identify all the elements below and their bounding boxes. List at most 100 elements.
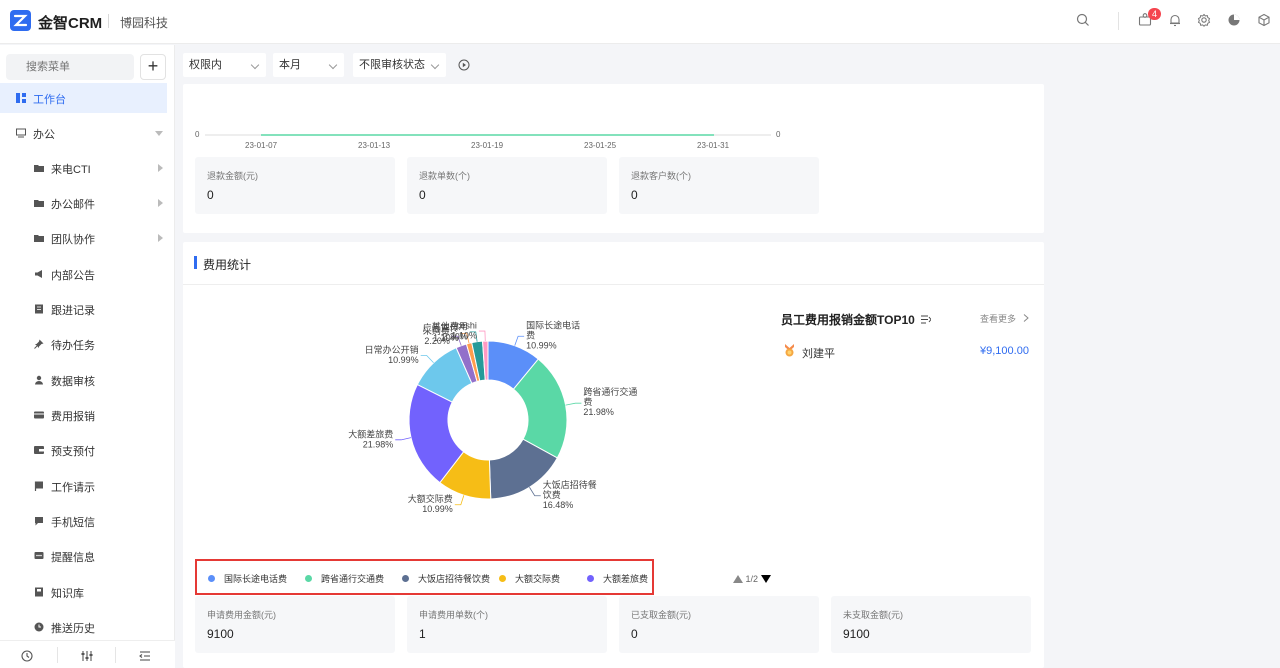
sidebar-item-label: 跟进记录 [51, 305, 95, 317]
sidebar-item-reminder[interactable]: 提醒信息 [0, 541, 167, 571]
sidebar-item-label: 办公 [33, 129, 55, 141]
sidebar-item-todo[interactable]: 待办任务 [0, 329, 167, 359]
legend-pager: 1/2 [733, 573, 771, 585]
card-icon [34, 411, 44, 419]
sidebar-item-announcement[interactable]: 内部公告 [0, 259, 167, 289]
chevron-right-icon [1023, 314, 1029, 322]
stat-label: 已支取金额(元) [631, 610, 691, 620]
bell-icon[interactable] [1167, 12, 1185, 30]
legend-dot [402, 575, 409, 582]
settings-icon[interactable] [1196, 12, 1214, 30]
sidebar-item-label: 办公邮件 [51, 199, 95, 211]
user-icon [35, 375, 43, 385]
sidebar-item-office[interactable]: 办公 [0, 118, 167, 148]
period-select-value: 本月 [279, 59, 301, 71]
sidebar-item-sms[interactable]: 手机短信 [0, 506, 167, 536]
stat-label: 退款客户数(个) [631, 171, 691, 181]
sidebar-item-label: 知识库 [51, 588, 84, 600]
sidebar-item-knowledge[interactable]: 知识库 [0, 577, 167, 607]
stat-value: 0 [631, 188, 638, 202]
sort-icon[interactable] [921, 315, 932, 324]
top10-title-text: 员工费用报销金额TOP10 [781, 313, 915, 327]
sidebar-item-label: 工作台 [33, 94, 66, 106]
sidebar-item-label: 数据审核 [51, 376, 95, 388]
play-icon[interactable] [458, 59, 470, 71]
sidebar-item-push-history[interactable]: 推送历史 [0, 612, 167, 642]
page-up-icon[interactable] [733, 575, 743, 583]
chevron-right-icon [158, 199, 163, 207]
sidebar-item-team[interactable]: 团队协作 [0, 223, 167, 253]
chevron-down-icon [430, 60, 440, 70]
legend-label: 大额差旅费 [603, 574, 649, 584]
sidebar-item-advance[interactable]: 预支预付 [0, 435, 167, 465]
audit-select-value: 不限审核状态 [359, 59, 425, 71]
legend-dot [499, 575, 506, 582]
top10-employee-amount: ¥9,100.00 [980, 345, 1029, 357]
sidebar-item-label: 提醒信息 [51, 552, 95, 564]
view-more-link[interactable]: 查看更多 [980, 312, 1029, 325]
dashboard-icon [16, 93, 26, 103]
top10-employee-name[interactable]: 刘建平 [802, 345, 835, 361]
sidebar-item-label: 费用报销 [51, 411, 95, 423]
pin-icon [34, 339, 44, 349]
stat-label: 申请费用金额(元) [207, 610, 276, 620]
pie-slice-label: ceshi 1.10% [451, 321, 477, 341]
medal-icon [785, 344, 794, 357]
sidebar-item-data-audit[interactable]: 数据审核 [0, 365, 167, 395]
chevron-down-icon [250, 60, 260, 70]
pie-slice-label: 国际长途电话费 10.99% [526, 319, 580, 350]
axis-date-label: 23-01-25 [584, 141, 617, 150]
flag-icon [34, 481, 43, 491]
expense-pie-chart: 国际长途电话费 10.99% 跨省通行交通费 21.98% 大饭店招待餐饮费 16.48%… [348, 319, 637, 514]
page-down-icon[interactable] [760, 575, 771, 583]
clock-icon [34, 622, 44, 632]
section-divider [183, 284, 1044, 285]
search-icon[interactable] [1075, 12, 1093, 30]
axis-date-label: 23-01-19 [471, 141, 504, 150]
footer-divider [115, 647, 116, 663]
sidebar-item-request[interactable]: 工作请示 [0, 471, 167, 501]
pending-amount-stat: 未支取金额(元) 9100 [831, 596, 1031, 653]
sidebar-item-label: 待办任务 [51, 340, 95, 352]
legend-label: 大额交际费 [515, 574, 561, 584]
sidebar-item-cti[interactable]: 来电CTI [0, 153, 167, 183]
brand-logo-icon[interactable] [10, 10, 31, 31]
sidebar-item-label: 预支预付 [51, 446, 95, 458]
pie-label-line [395, 437, 412, 441]
stat-value: 0 [207, 188, 214, 202]
cube-icon[interactable] [1256, 12, 1274, 30]
add-button[interactable]: + [140, 54, 166, 80]
refund-customers-stat: 退款客户数(个) 0 [619, 157, 819, 214]
legend-dot [208, 575, 215, 582]
sidebar-item-label: 团队协作 [51, 234, 95, 246]
menu-search-input[interactable] [6, 54, 134, 80]
sidebar-item-follow-up[interactable]: 跟进记录 [0, 294, 167, 324]
office-icon [16, 128, 26, 138]
folder-icon [34, 165, 44, 172]
withdrawn-amount-stat: 已支取金额(元) 0 [619, 596, 819, 653]
refund-count-stat: 退款单数(个) 0 [407, 157, 607, 214]
pie-label-line [514, 335, 525, 346]
header-divider [1118, 12, 1119, 30]
sidebar-item-label: 推送历史 [51, 623, 95, 635]
stat-label: 退款单数(个) [419, 171, 470, 181]
audit-status-select[interactable]: 不限审核状态 [353, 53, 446, 77]
scope-select[interactable]: 权限内 [183, 53, 266, 77]
folder-icon [34, 235, 44, 242]
section-title-accent [194, 256, 197, 269]
history-icon[interactable] [20, 649, 34, 663]
sidebar-item-mail[interactable]: 办公邮件 [0, 188, 167, 218]
apply-count-stat: 申请费用单数(个) 1 [407, 596, 607, 653]
period-select[interactable]: 本月 [273, 53, 344, 77]
brand-name[interactable]: 金智CRM [38, 12, 102, 33]
sidebar-footer [0, 640, 175, 668]
pie-chart-icon[interactable] [1226, 12, 1244, 30]
sliders-icon[interactable] [80, 649, 94, 663]
collapse-icon[interactable] [138, 649, 152, 663]
pie-slice-label: 大额交际费 10.99% [408, 493, 453, 514]
pie-label-line [478, 330, 486, 342]
sidebar-item-expense[interactable]: 费用报销 [0, 400, 167, 430]
company-name: 博园科技 [120, 16, 169, 30]
folder-icon [34, 200, 44, 207]
sidebar-item-workbench[interactable]: 工作台 [0, 83, 167, 113]
